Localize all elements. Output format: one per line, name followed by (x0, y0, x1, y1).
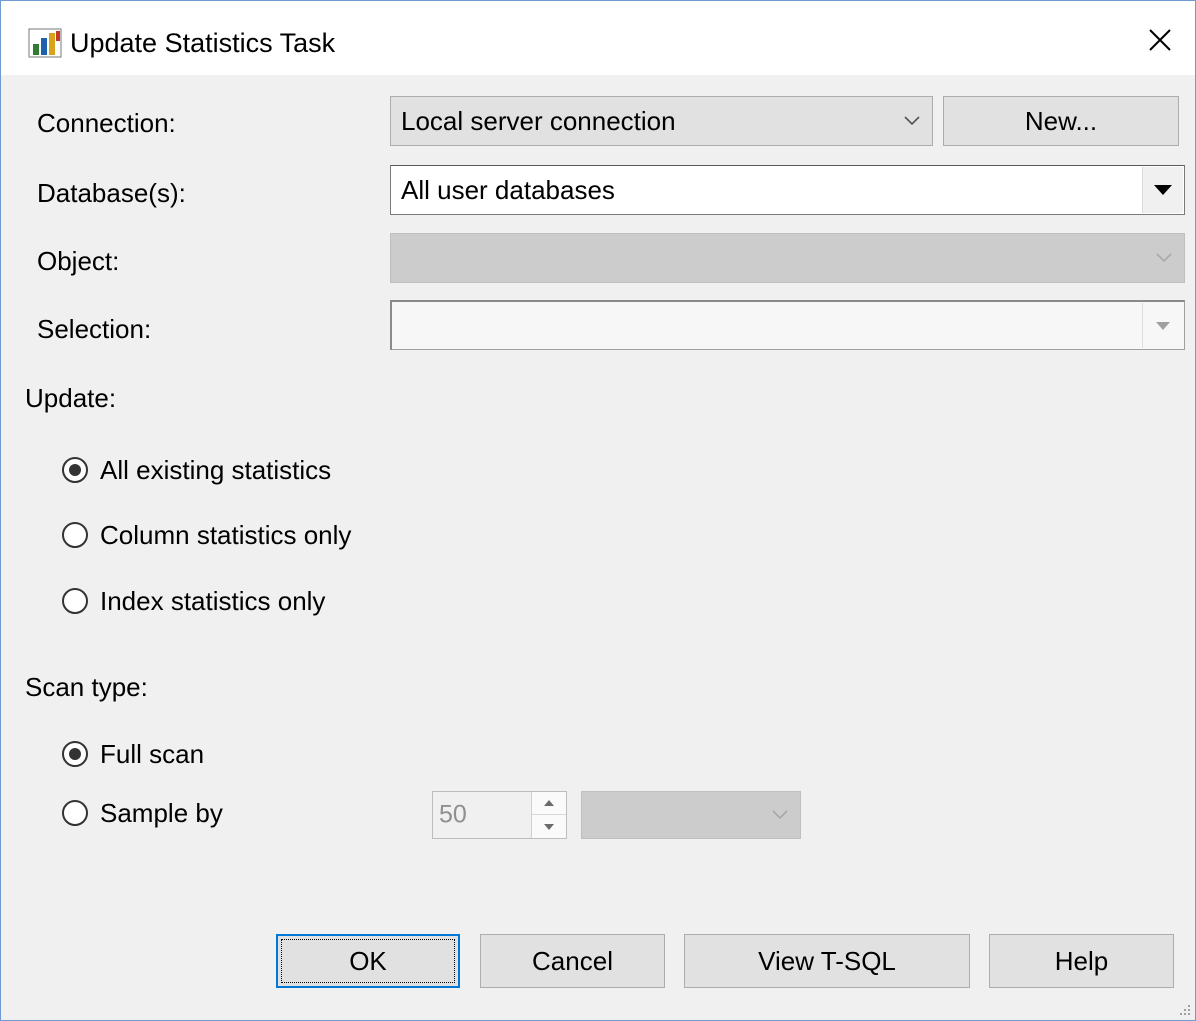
stepper-down-button[interactable] (532, 815, 566, 838)
stepper-up-button[interactable] (532, 792, 566, 815)
selection-dropdown[interactable] (390, 300, 1185, 350)
help-button[interactable]: Help (989, 934, 1174, 988)
caret-down-icon (544, 823, 554, 830)
update-section-label: Update: (25, 383, 117, 413)
radio-button[interactable] (62, 522, 88, 548)
databases-dropdown-button[interactable] (1142, 167, 1183, 213)
databases-value: All user databases (401, 175, 615, 205)
ok-button[interactable]: OK (276, 934, 460, 988)
connection-value: Local server connection (401, 106, 676, 136)
update-option-column-label: Column statistics only (100, 520, 352, 550)
object-label: Object: (37, 246, 120, 276)
connection-dropdown[interactable]: Local server connection (390, 96, 933, 146)
scan-option-sample-label: Sample by (100, 798, 223, 828)
selection-dropdown-button[interactable] (1142, 303, 1183, 348)
scan-type-section-label: Scan type: (25, 672, 148, 702)
databases-dropdown[interactable]: All user databases (390, 165, 1185, 215)
caret-down-icon (1156, 321, 1170, 330)
update-option-all[interactable]: All existing statistics (62, 454, 331, 486)
sample-percent-value: 50 (439, 800, 467, 829)
radio-button[interactable] (62, 741, 88, 767)
title-bar: Update Statistics Task (1, 1, 1195, 75)
resize-grip-icon[interactable] (1179, 1004, 1191, 1016)
radio-button[interactable] (62, 588, 88, 614)
connection-label: Connection: (37, 108, 176, 138)
chevron-down-icon (1156, 253, 1172, 263)
focus-ring (281, 939, 455, 983)
help-button-label: Help (1054, 945, 1109, 976)
close-icon (1149, 29, 1171, 51)
scan-option-sample[interactable]: Sample by (62, 797, 223, 829)
view-tsql-button[interactable]: View T-SQL (684, 934, 970, 988)
update-option-index-label: Index statistics only (100, 586, 326, 616)
new-connection-label: New... (1024, 105, 1098, 136)
cancel-button-label: Cancel (532, 945, 613, 976)
stepper-arrows[interactable] (531, 792, 566, 838)
update-statistics-dialog: Update Statistics Task Connection: Local… (0, 0, 1196, 1021)
sample-unit-dropdown[interactable] (581, 791, 801, 839)
scan-option-full-label: Full scan (100, 739, 205, 769)
close-button[interactable] (1135, 15, 1185, 65)
selection-label: Selection: (37, 314, 152, 344)
cancel-button[interactable]: Cancel (480, 934, 665, 988)
view-tsql-button-label: View T-SQL (758, 945, 896, 976)
update-option-column[interactable]: Column statistics only (62, 519, 351, 551)
chevron-down-icon (772, 810, 788, 820)
radio-dot (69, 748, 81, 760)
new-connection-button[interactable]: New... (943, 96, 1179, 146)
radio-button[interactable] (62, 800, 88, 826)
window-title: Update Statistics Task (70, 28, 336, 58)
object-dropdown[interactable] (390, 233, 1185, 283)
scan-option-full[interactable]: Full scan (62, 738, 204, 770)
statistics-chart-icon (28, 28, 62, 58)
chevron-down-icon (904, 116, 920, 126)
caret-down-icon (1154, 185, 1172, 195)
radio-button[interactable] (62, 457, 88, 483)
update-option-all-label: All existing statistics (100, 455, 332, 485)
caret-up-icon (544, 800, 554, 806)
sample-percent-stepper[interactable]: 50 (432, 791, 567, 839)
databases-label: Database(s): (37, 178, 186, 208)
update-option-index[interactable]: Index statistics only (62, 585, 325, 617)
radio-dot (69, 464, 81, 476)
